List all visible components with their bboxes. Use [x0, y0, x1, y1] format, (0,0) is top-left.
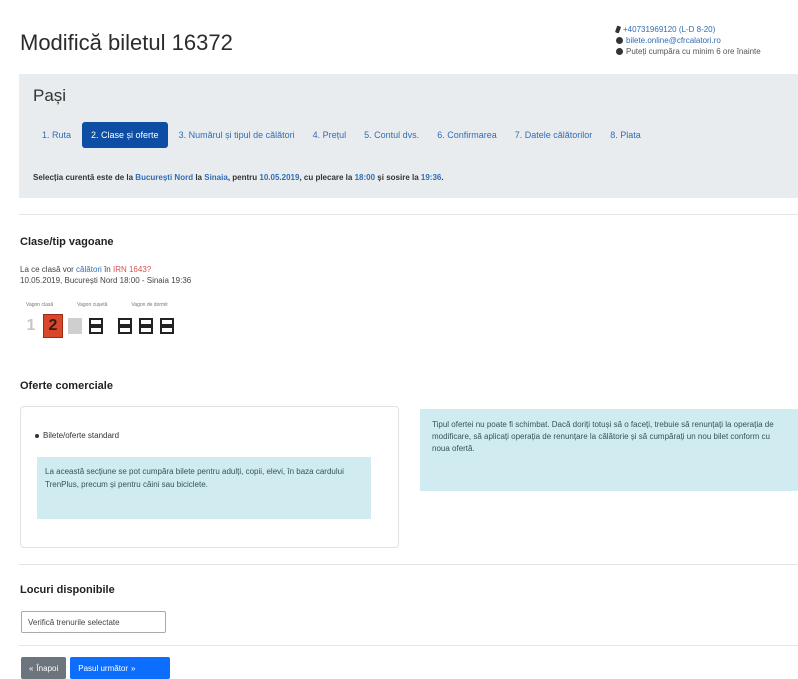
contact-note: Puteți cumpăra cu minim 6 ore înainte [626, 47, 761, 56]
offer-standard-label: Bilete/oferte standard [43, 431, 120, 440]
sleeper-icon-3[interactable] [158, 315, 176, 337]
selection-departure: 18:00 [354, 173, 376, 182]
next-step-button[interactable]: Pasul următor » [70, 657, 171, 679]
wagon-label-class: Vagon clasă [26, 302, 54, 308]
sleeper-icon-1[interactable] [116, 315, 134, 337]
selection-arr-prefix: și sosire la [377, 173, 419, 182]
divider-2 [19, 564, 798, 565]
contact-note-row: Puteți cumpăra cu minim 6 ore înainte [616, 46, 761, 57]
seats-title: Locuri disponibile [20, 584, 115, 596]
selection-date: 10.05.2019 [259, 173, 300, 182]
step-route[interactable]: 1. Ruta [33, 122, 80, 148]
train-info-text-b: în [104, 265, 111, 274]
wagon-label-sleeper: Vagon de dormit [131, 302, 168, 308]
divider-3 [19, 645, 798, 646]
offer-card: Bilete/oferte standard La această secțiu… [20, 406, 399, 548]
offer-info-alert: La această secțiune se pot cumpăra bilet… [37, 457, 371, 519]
back-button[interactable]: « Înapoi [21, 657, 67, 679]
nav-buttons: « Înapoi Pasul următor » [21, 657, 171, 679]
current-selection: Selecția curentă este de la București No… [33, 173, 444, 182]
radio-dot-icon [35, 433, 39, 438]
wagon-options: 1 2 [22, 314, 176, 338]
contact-phone-row: +40731969120 (L-D 8-20) [614, 24, 761, 35]
selection-dep-prefix: , cu plecare la [299, 173, 353, 182]
wagon-class-2-selected[interactable]: 2 [43, 314, 63, 338]
classes-title: Clase/tip vagoane [20, 236, 114, 248]
steps-panel: Pași 1. Ruta 2. Clase și oferte 3. Număr… [19, 74, 798, 198]
offers-title: Oferte comerciale [20, 380, 113, 392]
selection-from: București Nord [135, 173, 194, 182]
train-info-line1: La ce clasă vor călători în IRN 1643? [20, 264, 191, 275]
train-number: IRN 1643? [112, 265, 152, 274]
offer-warning-alert: Tipul ofertei nu poate fi schimbat. Dacă… [420, 409, 798, 491]
step-payment[interactable]: 8. Plata [601, 122, 650, 148]
info-icon [616, 48, 623, 55]
selection-end: . [441, 173, 444, 182]
selection-prefix: Selecția curentă este de la [33, 173, 134, 182]
step-classes-offers[interactable]: 2. Clase și oferte [82, 122, 168, 148]
contact-phone-link[interactable]: +40731969120 (L-D 8-20) [623, 24, 715, 35]
couchette-icon-disabled [66, 315, 84, 337]
wagon-class-1[interactable]: 1 [22, 315, 40, 337]
couchette-icon[interactable] [87, 315, 105, 337]
steps-title: Pași [33, 86, 67, 105]
divider [19, 214, 798, 215]
contact-email-link[interactable]: bilete.online@cfrcalatori.ro [626, 35, 721, 46]
step-price[interactable]: 4. Prețul [304, 122, 356, 148]
step-confirmation[interactable]: 6. Confirmarea [428, 122, 506, 148]
chevron-right-icon: » [131, 663, 136, 673]
page: Modifică biletul 16372 +40731969120 (L-D… [0, 0, 798, 679]
sleeper-icon-2[interactable] [137, 315, 155, 337]
check-trains-button[interactable]: Verifică trenurile selectate [21, 611, 166, 633]
selection-arrival: 19:36 [420, 173, 442, 182]
phone-icon [614, 25, 622, 34]
steps-nav: 1. Ruta 2. Clase și oferte 3. Numărul și… [33, 122, 650, 148]
back-label: Înapoi [36, 663, 59, 673]
selection-mid: la [195, 173, 202, 182]
step-passengers[interactable]: 3. Numărul și tipul de călători [170, 122, 304, 148]
wagon-label-couchette: Vagon cușetă [77, 302, 108, 308]
train-info-line2: 10.05.2019, București Nord 18:00 - Sinai… [20, 276, 192, 285]
step-passenger-data[interactable]: 7. Datele călătorilor [506, 122, 602, 148]
step-account[interactable]: 5. Contul dvs. [355, 122, 428, 148]
train-info-text-a: La ce clasă vor [20, 265, 74, 274]
train-info: La ce clasă vor călători în IRN 1643? 10… [20, 264, 191, 286]
next-label: Pasul următor [78, 663, 129, 673]
selection-date-prefix: , pentru [227, 173, 258, 182]
contact-email-row: bilete.online@cfrcalatori.ro [616, 35, 761, 46]
travellers-link[interactable]: călători [76, 265, 102, 274]
selection-to: Sinaia [204, 173, 228, 182]
chevron-left-icon: « [29, 663, 34, 673]
page-title: Modifică biletul 16372 [20, 30, 233, 55]
offer-standard-option[interactable]: Bilete/oferte standard [35, 431, 119, 440]
email-icon [616, 37, 623, 44]
wagon-labels: Vagon clasă Vagon cușetă Vagon de dormit [26, 302, 168, 308]
contact-block: +40731969120 (L-D 8-20) bilete.online@cf… [614, 24, 761, 57]
